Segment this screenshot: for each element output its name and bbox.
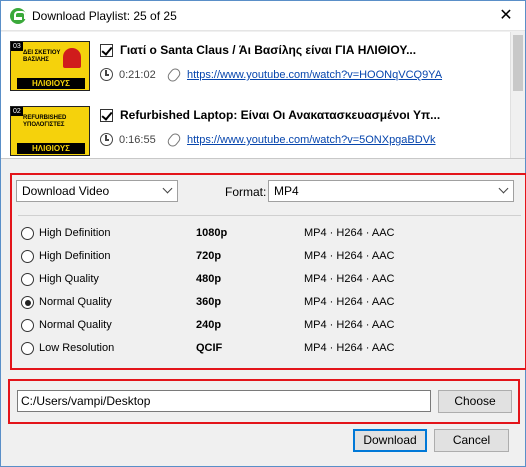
title-bar: Download Playlist: 25 of 25 ✕ [1, 1, 525, 31]
quality-radio-selected[interactable] [21, 296, 34, 309]
download-button[interactable]: Download [353, 429, 427, 452]
quality-radio[interactable] [21, 273, 34, 286]
video-thumbnail: 03 ΔΕΙ ΣΚΕΤΙΟΥ ΒΑΣΙΛΗΣ ΗΛΙΘΙΟΥΣ [10, 41, 90, 91]
quality-codec: MP4 · H264 · AAC [304, 250, 395, 262]
quality-option[interactable]: Low Resolution QCIF MP4 · H264 · AAC [12, 339, 522, 359]
santa-hat-graphic [63, 48, 81, 68]
window-title: Download Playlist: 25 of 25 [32, 9, 177, 23]
quality-option[interactable]: Normal Quality 360p MP4 · H264 · AAC [12, 293, 522, 313]
quality-codec: MP4 · H264 · AAC [304, 273, 395, 285]
download-options-panel: Download Video Format: MP4 High Definiti… [10, 173, 526, 370]
clock-icon [100, 133, 113, 146]
item-duration: 0:16:55 [119, 134, 156, 146]
item-duration: 0:21:02 [119, 69, 156, 81]
quality-option[interactable]: High Definition 1080p MP4 · H264 · AAC [12, 224, 522, 244]
link-icon [165, 66, 183, 84]
playlist-list: 03 ΔΕΙ ΣΚΕΤΙΟΥ ΒΑΣΙΛΗΣ ΗΛΙΘΙΟΥΣ Γιατί ο S… [1, 32, 525, 159]
clock-icon [100, 68, 113, 81]
destination-panel: Choose [8, 379, 520, 424]
destination-path-input[interactable] [17, 390, 431, 412]
thumbnail-brand: ΗΛΙΘΙΟΥΣ [17, 78, 85, 89]
quality-codec: MP4 · H264 · AAC [304, 296, 395, 308]
item-title: Refurbished Laptop: Είναι Οι Ανακατασκευ… [120, 108, 441, 122]
app-download-icon [10, 8, 26, 24]
format-label: Format: [225, 185, 267, 199]
cancel-button[interactable]: Cancel [434, 429, 509, 452]
thumbnail-caption: REFURBISHED ΥΠΟΛΟΓΙΣΤΕΣ [23, 115, 67, 128]
thumbnail-number: 02 [11, 107, 23, 116]
link-icon [165, 131, 183, 149]
quality-codec: MP4 · H264 · AAC [304, 227, 395, 239]
quality-radio[interactable] [21, 250, 34, 263]
list-scrollbar[interactable] [510, 32, 525, 158]
video-thumbnail: 02 REFURBISHED ΥΠΟΛΟΓΙΣΤΕΣ ΗΛΙΘΙΟΥΣ [10, 106, 90, 156]
quality-codec: MP4 · H264 · AAC [304, 319, 395, 331]
quality-resolution: 480p [196, 273, 222, 285]
thumbnail-brand: ΗΛΙΘΙΟΥΣ [17, 143, 85, 154]
item-title: Γιατί ο Santa Claus / Άι Βασίλης είναι Γ… [120, 43, 417, 57]
quality-resolution: QCIF [196, 342, 223, 354]
scrollbar-thumb[interactable] [513, 35, 523, 91]
item-url-link[interactable]: https://www.youtube.com/watch?v=HOONqVCQ… [187, 69, 442, 81]
chevron-down-icon [162, 183, 173, 194]
close-icon[interactable]: ✕ [495, 5, 517, 27]
format-select[interactable]: MP4 [268, 180, 514, 202]
quality-codec: MP4 · H264 · AAC [304, 342, 395, 354]
quality-option[interactable]: High Definition 720p MP4 · H264 · AAC [12, 247, 522, 267]
quality-name: High Definition [39, 227, 111, 239]
download-playlist-dialog: Download Playlist: 25 of 25 ✕ 03 ΔΕΙ ΣΚΕ… [0, 0, 526, 467]
quality-radio[interactable] [21, 342, 34, 355]
thumbnail-caption: ΔΕΙ ΣΚΕΤΙΟΥ ΒΑΣΙΛΗΣ [23, 50, 61, 63]
item-url-link[interactable]: https://www.youtube.com/watch?v=5ONXpgaB… [187, 134, 436, 146]
quality-resolution: 360p [196, 296, 222, 308]
quality-name: Normal Quality [39, 319, 112, 331]
item-checkbox[interactable] [100, 44, 113, 57]
quality-resolution: 720p [196, 250, 222, 262]
choose-button[interactable]: Choose [438, 390, 512, 413]
quality-name: High Quality [39, 273, 99, 285]
quality-name: High Definition [39, 250, 111, 262]
quality-option[interactable]: High Quality 480p MP4 · H264 · AAC [12, 270, 522, 290]
chevron-down-icon [498, 183, 509, 194]
quality-resolution: 240p [196, 319, 222, 331]
quality-radio[interactable] [21, 319, 34, 332]
quality-option[interactable]: Normal Quality 240p MP4 · H264 · AAC [12, 316, 522, 336]
download-type-value: Download Video [22, 184, 110, 198]
list-item: 02 REFURBISHED ΥΠΟΛΟΓΙΣΤΕΣ ΗΛΙΘΙΟΥΣ Refur… [1, 104, 511, 158]
item-checkbox[interactable] [100, 109, 113, 122]
download-type-select[interactable]: Download Video [16, 180, 178, 202]
thumbnail-number: 03 [11, 42, 23, 51]
quality-name: Low Resolution [39, 342, 115, 354]
format-value: MP4 [274, 184, 299, 198]
list-item: 03 ΔΕΙ ΣΚΕΤΙΟΥ ΒΑΣΙΛΗΣ ΗΛΙΘΙΟΥΣ Γιατί ο S… [1, 39, 511, 103]
quality-resolution: 1080p [196, 227, 228, 239]
divider [18, 215, 521, 216]
quality-radio[interactable] [21, 227, 34, 240]
quality-name: Normal Quality [39, 296, 112, 308]
